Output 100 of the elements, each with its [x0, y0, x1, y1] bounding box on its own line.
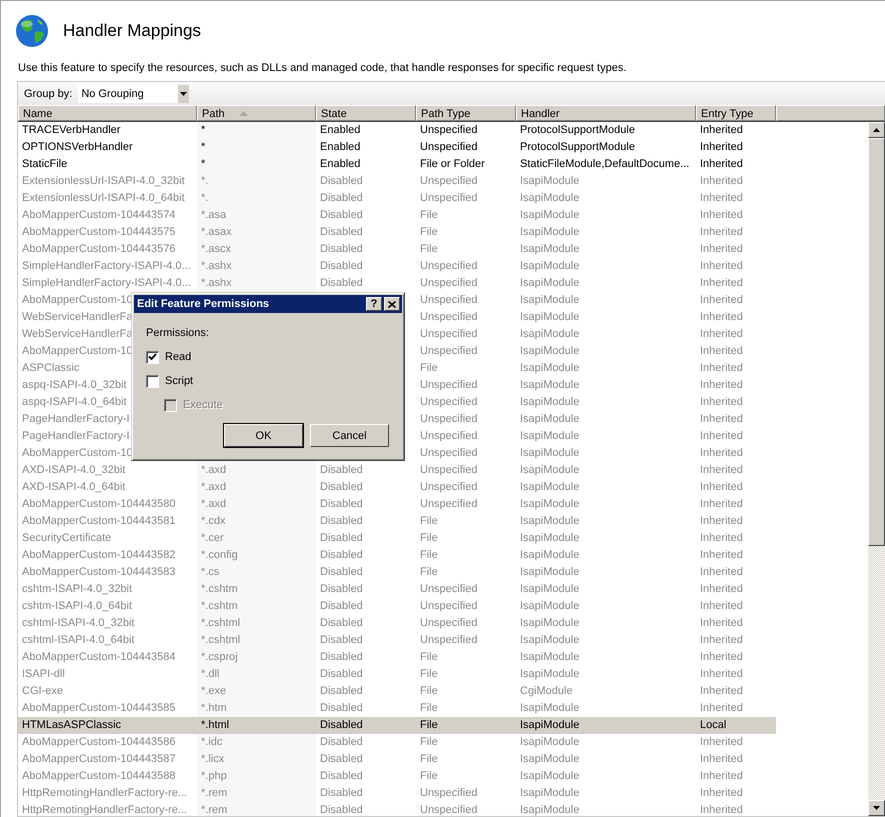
column-header[interactable]: Path Type — [416, 105, 516, 121]
table-cell: aspq-ISAPI-4.0_32bit — [22, 379, 127, 391]
table-cell: AXD-ISAPI-4.0_64bit — [22, 481, 126, 493]
table-cell: Disabled — [320, 634, 363, 646]
table-cell: Disabled — [320, 566, 363, 578]
group-by-dropdown[interactable]: No Grouping — [78, 84, 190, 102]
close-button[interactable] — [384, 297, 400, 311]
table-cell: *.axd — [201, 498, 226, 510]
table-cell: *.ascx — [201, 243, 231, 255]
column-header[interactable]: Entry Type — [696, 105, 776, 121]
table-cell: File — [420, 685, 438, 697]
table-cell: Unspecified — [420, 124, 478, 136]
table-cell: Inherited — [700, 464, 743, 476]
dialog-button[interactable]: Cancel — [310, 424, 389, 447]
table-cell: File — [420, 668, 438, 680]
scrollbar[interactable] — [868, 122, 885, 816]
scroll-thumb[interactable] — [868, 138, 885, 546]
table-cell: File — [420, 532, 438, 544]
table-cell: Disabled — [320, 243, 363, 255]
table-cell: IsapiModule — [520, 209, 580, 221]
table-cell: *.rem — [201, 787, 228, 799]
table-cell: *.cshtml — [201, 634, 240, 646]
table-cell: AboMapperCustom-104443584 — [22, 651, 176, 663]
table-cell: Unspecified — [420, 277, 478, 289]
table-cell: IsapiModule — [520, 362, 580, 374]
table-cell: *.axd — [201, 464, 226, 476]
table-cell: File — [420, 226, 438, 238]
table-cell: Unspecified — [420, 787, 478, 799]
table-cell: *.dll — [201, 668, 220, 680]
table-cell: File — [420, 702, 438, 714]
table-cell: *.csproj — [201, 651, 238, 663]
dialog-button[interactable]: OK — [224, 424, 303, 447]
table-cell: Unspecified — [420, 311, 478, 323]
scroll-up-button[interactable] — [868, 122, 885, 138]
table-cell: IsapiModule — [520, 226, 580, 238]
table-cell: IsapiModule — [520, 515, 580, 527]
table-cell: cshtml-ISAPI-4.0_32bit — [22, 617, 134, 629]
help-button[interactable]: ? — [366, 297, 382, 311]
checkbox[interactable] — [146, 374, 159, 388]
table-cell: Disabled — [320, 192, 363, 204]
table-cell: *.axd — [201, 481, 226, 493]
table-cell: Inherited — [700, 651, 743, 663]
table-cell: Enabled — [320, 124, 360, 136]
table-cell: Inherited — [700, 685, 743, 697]
table-cell: File — [420, 209, 438, 221]
table-cell: SimpleHandlerFactory-ISAPI-4.0... — [22, 277, 191, 289]
table-cell: Unspecified — [420, 600, 478, 612]
table-cell: File — [420, 549, 438, 561]
table-cell: Unspecified — [420, 260, 478, 272]
table-cell: Disabled — [320, 617, 363, 629]
table-cell: Inherited — [700, 226, 743, 238]
table-cell: IsapiModule — [520, 311, 580, 323]
table-cell: *.cs — [201, 566, 220, 578]
table-cell: File — [420, 651, 438, 663]
table-cell: IsapiModule — [520, 430, 580, 442]
table-cell: Unspecified — [420, 413, 478, 425]
table-cell: HttpRemotingHandlerFactory-re... — [22, 787, 188, 799]
column-header[interactable]: Handler — [516, 105, 696, 121]
table-cell: *.idc — [201, 736, 222, 748]
table-cell: HttpRemotingHandlerFactory-re... — [22, 804, 188, 816]
table-cell: Unspecified — [420, 447, 478, 459]
table-cell: Inherited — [700, 702, 743, 714]
table-cell: Inherited — [700, 498, 743, 510]
description: Use this feature to specify the resources, such as DLLs and managed code, that handle responses for specific request types. — [17, 61, 628, 76]
table-cell: Inherited — [700, 787, 743, 799]
table-cell: Inherited — [700, 209, 743, 221]
table-cell: Inherited — [700, 515, 743, 527]
table-cell: Inherited — [700, 447, 743, 459]
table-cell: Unspecified — [420, 583, 478, 595]
table-cell: Disabled — [320, 464, 363, 476]
column-header[interactable]: State — [316, 105, 416, 121]
table-cell: AboMapperCustom-104443587 — [22, 753, 176, 765]
table-cell: IsapiModule — [520, 719, 580, 731]
table-cell: CgiModule — [520, 685, 573, 697]
checkbox-label: Read — [165, 351, 192, 363]
table-cell: StaticFileModule,DefaultDocume... — [520, 158, 690, 170]
checkbox[interactable] — [146, 350, 159, 364]
table-cell: Inherited — [700, 175, 743, 187]
table-cell: *.config — [201, 549, 238, 561]
table-cell: ISAPI-dll — [22, 668, 65, 680]
table-cell: File — [420, 719, 438, 731]
globe-icon — [15, 14, 49, 48]
table-cell: IsapiModule — [520, 379, 580, 391]
table-cell: Unspecified — [420, 617, 478, 629]
table-cell: PageHandlerFactory-I — [22, 413, 130, 425]
checkbox-label: Execute — [183, 399, 223, 411]
table-cell: Inherited — [700, 736, 743, 748]
table-cell: *.ashx — [201, 277, 232, 289]
table-cell: *.cer — [201, 532, 224, 544]
table-cell: IsapiModule — [520, 345, 580, 357]
table-cell: IsapiModule — [520, 702, 580, 714]
table-cell: Inherited — [700, 345, 743, 357]
table-cell: IsapiModule — [520, 464, 580, 476]
column-header[interactable]: Name — [18, 105, 197, 121]
column-header[interactable]: Path — [197, 105, 316, 121]
table-cell: File — [420, 515, 438, 527]
table-cell: Disabled — [320, 736, 363, 748]
table-cell: File — [420, 566, 438, 578]
scroll-down-button[interactable] — [868, 800, 885, 816]
table-cell: Disabled — [320, 787, 363, 799]
